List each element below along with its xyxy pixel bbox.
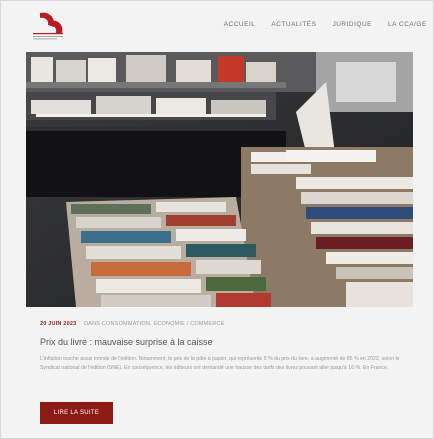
article-meta: 20 JUIN 2023 DANS CONSOMMATION, ECONOMIE… bbox=[40, 321, 225, 327]
article-categories[interactable]: DANS CONSOMMATION, ECONOMIE / COMMERCE bbox=[84, 321, 224, 327]
main-nav: ACCUEIL ACTUALITÉS JURIDIQUE LA CCA/GE bbox=[224, 21, 430, 28]
article-excerpt: L'inflation touche aussi monde de l'édit… bbox=[40, 356, 400, 371]
site-header: ACCUEIL ACTUALITÉS JURIDIQUE LA CCA/GE bbox=[20, 5, 430, 43]
nav-item-accueil[interactable]: ACCUEIL bbox=[224, 21, 256, 28]
nav-item-actualites[interactable]: ACTUALITÉS bbox=[271, 21, 316, 28]
hero-image[interactable] bbox=[26, 52, 413, 307]
article-date: 20 JUIN 2023 bbox=[40, 321, 77, 327]
bookshop-image bbox=[26, 52, 413, 307]
site-logo[interactable] bbox=[30, 11, 68, 41]
article-title[interactable]: Prix du livre : mauvaise surprise à la c… bbox=[40, 337, 213, 347]
nav-item-la-cca[interactable]: LA CCA/GE bbox=[388, 21, 430, 28]
read-more-button[interactable]: LIRE LA SUITE bbox=[40, 402, 113, 424]
page-frame: ACCUEIL ACTUALITÉS JURIDIQUE LA CCA/GE 2… bbox=[0, 0, 434, 439]
nav-item-juridique[interactable]: JURIDIQUE bbox=[332, 21, 372, 28]
